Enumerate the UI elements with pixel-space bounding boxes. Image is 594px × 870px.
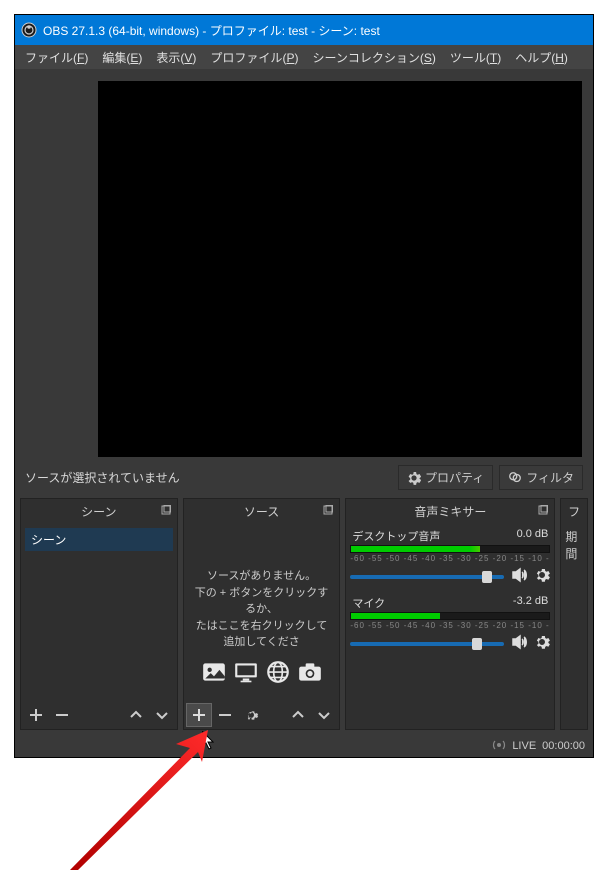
live-label: LIVE	[512, 740, 536, 752]
track-db: -3.2 dB	[513, 595, 548, 611]
menu-edit[interactable]: 編集(E)	[96, 46, 148, 69]
scene-item[interactable]: シーン	[25, 528, 173, 551]
scene-up-button[interactable]	[123, 703, 149, 727]
track-name: デスクトップ音声	[352, 528, 440, 544]
menubar: ファイル(F) 編集(E) 表示(V) プロファイル(P) シーンコレクション(…	[15, 45, 593, 69]
menu-scene-collection[interactable]: シーンコレクション(S)	[306, 46, 441, 69]
chevron-down-icon	[316, 707, 332, 723]
filter-icon	[508, 471, 522, 485]
sources-list[interactable]: ソースがありません。 下の + ボタンをクリックするか、 たはここを右クリックし…	[184, 524, 340, 701]
status-row: ソースが選択されていません プロパティ フィルタ	[15, 457, 593, 498]
menu-help[interactable]: ヘルプ(H)	[509, 46, 574, 69]
minus-icon	[54, 707, 70, 723]
remove-scene-button[interactable]	[49, 703, 75, 727]
globe-icon	[265, 659, 291, 685]
dock-popout-icon[interactable]	[323, 504, 333, 518]
add-scene-button[interactable]	[23, 703, 49, 727]
source-down-button[interactable]	[311, 703, 337, 727]
sources-panel: ソース ソースがありません。 下の + ボタンをクリックするか、 たはここを右ク…	[183, 498, 341, 730]
display-icon	[233, 659, 259, 685]
source-properties-button[interactable]	[238, 703, 264, 727]
volume-meter	[350, 545, 550, 553]
menu-file[interactable]: ファイル(F)	[19, 46, 94, 69]
dock-panels: シーン シーン ソース	[15, 498, 593, 735]
live-time: 00:00:00	[542, 740, 585, 752]
db-scale: -60 -55 -50 -45 -40 -35 -30 -25 -20 -15 …	[350, 553, 550, 564]
add-source-button[interactable]	[186, 703, 212, 727]
content-area: ソースが選択されていません プロパティ フィルタ シーン シーン	[15, 69, 593, 757]
scenes-header: シーン	[21, 499, 177, 524]
chevron-up-icon	[128, 707, 144, 723]
scenes-panel: シーン シーン	[20, 498, 178, 730]
properties-button[interactable]: プロパティ	[398, 465, 493, 490]
volume-meter	[350, 612, 550, 620]
track-name: マイク	[352, 595, 385, 611]
volume-slider[interactable]	[350, 642, 504, 646]
extra-body: 期間	[561, 524, 587, 729]
menu-profile[interactable]: プロファイル(P)	[204, 46, 304, 69]
track-db: 0.0 dB	[517, 528, 549, 544]
scenes-toolbar	[21, 701, 177, 729]
gear-icon	[534, 634, 550, 650]
extra-panel: フ 期間	[560, 498, 588, 730]
speaker-icon	[510, 633, 528, 651]
mixer-track-mic: マイク -3.2 dB -60 -55 -50 -45 -40 -35 -30 …	[350, 595, 550, 654]
sources-toolbar	[184, 701, 340, 729]
camera-icon	[297, 659, 323, 685]
chevron-down-icon	[154, 707, 170, 723]
obs-logo-icon	[21, 22, 37, 38]
plus-icon	[28, 707, 44, 723]
mute-button[interactable]	[510, 566, 528, 587]
extra-header: フ	[561, 499, 587, 524]
menu-tools[interactable]: ツール(T)	[444, 46, 507, 69]
plus-icon	[191, 707, 207, 723]
remove-source-button[interactable]	[212, 703, 238, 727]
dock-popout-icon[interactable]	[161, 504, 171, 518]
source-up-button[interactable]	[285, 703, 311, 727]
footer: LIVE 00:00:00	[15, 735, 593, 757]
minus-icon	[217, 707, 233, 723]
mute-button[interactable]	[510, 633, 528, 654]
status-text: ソースが選択されていません	[25, 469, 392, 486]
mixer-body: デスクトップ音声 0.0 dB -60 -55 -50 -45 -40 -35 …	[346, 524, 554, 729]
audio-mixer-panel: 音声ミキサー デスクトップ音声 0.0 dB -60 -55 -50 -45 -…	[345, 498, 555, 730]
preview-canvas[interactable]	[98, 81, 582, 457]
titlebar-text: OBS 27.1.3 (64-bit, windows) - プロファイル: t…	[43, 22, 380, 39]
gear-icon	[407, 471, 421, 485]
volume-slider[interactable]	[350, 575, 504, 579]
sources-header: ソース	[184, 499, 340, 524]
scenes-list[interactable]: シーン	[21, 524, 177, 701]
broadcast-icon	[492, 738, 506, 755]
track-settings-button[interactable]	[534, 634, 550, 653]
filters-button[interactable]: フィルタ	[499, 465, 583, 490]
titlebar[interactable]: OBS 27.1.3 (64-bit, windows) - プロファイル: t…	[15, 15, 593, 45]
chevron-up-icon	[290, 707, 306, 723]
mixer-track-desktop: デスクトップ音声 0.0 dB -60 -55 -50 -45 -40 -35 …	[350, 528, 550, 587]
obs-window: OBS 27.1.3 (64-bit, windows) - プロファイル: t…	[14, 14, 594, 758]
preview-area	[15, 69, 593, 457]
image-icon	[201, 659, 227, 685]
speaker-icon	[510, 566, 528, 584]
menu-view[interactable]: 表示(V)	[150, 46, 202, 69]
db-scale: -60 -55 -50 -45 -40 -35 -30 -25 -20 -15 …	[350, 620, 550, 631]
gear-icon	[534, 567, 550, 583]
dock-popout-icon[interactable]	[538, 504, 548, 518]
scene-down-button[interactable]	[149, 703, 175, 727]
track-settings-button[interactable]	[534, 567, 550, 586]
sources-empty-message: ソースがありません。 下の + ボタンをクリックするか、 たはここを右クリックし…	[188, 528, 336, 693]
gear-icon	[243, 707, 259, 723]
mixer-header: 音声ミキサー	[346, 499, 554, 524]
